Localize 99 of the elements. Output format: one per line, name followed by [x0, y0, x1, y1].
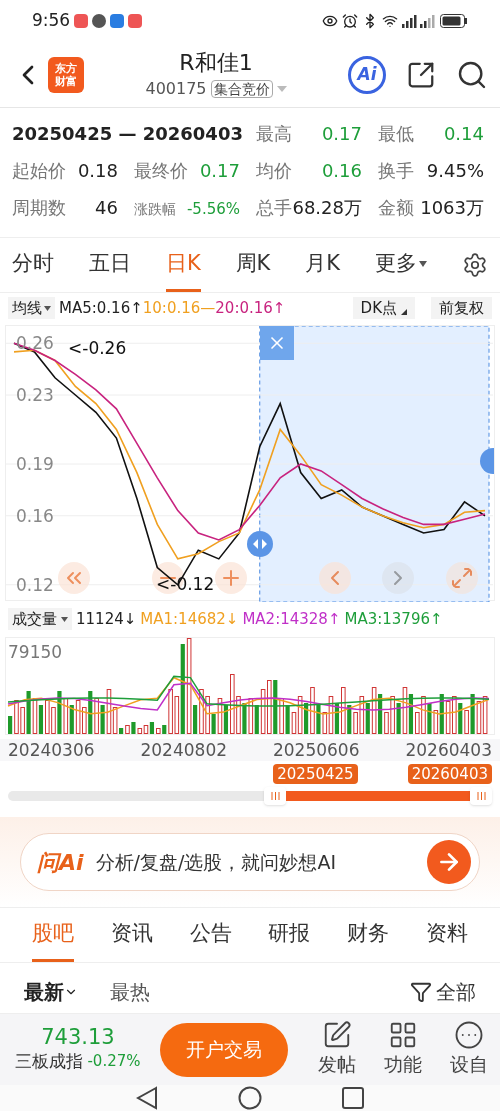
back-nav-icon[interactable]: [136, 1086, 158, 1110]
settings-icon[interactable]: [461, 252, 488, 278]
app-icon: [110, 14, 125, 28]
period-tab[interactable]: 分时: [12, 238, 54, 292]
date-label: 20240802: [140, 739, 227, 761]
ai-search-bar[interactable]: 问Ai 分析/复盘/选股，就问妙想AI: [20, 833, 480, 891]
filter-icon: [410, 981, 432, 1003]
news-tab[interactable]: 资料: [426, 908, 468, 962]
toolbar-action[interactable]: 设自: [450, 1020, 488, 1079]
ai-prompt: 分析/复盘/选股，就问妙想AI: [95, 849, 337, 875]
stat-label: 金额: [378, 196, 414, 220]
status-time: 9:56: [32, 9, 71, 33]
range-handle[interactable]: [470, 787, 492, 805]
y-axis-label: 0.12: [16, 576, 54, 594]
stat-value: 0.18: [77, 159, 118, 183]
y-axis-label: 0.23: [16, 387, 54, 404]
toolbar-action[interactable]: 发帖: [318, 1020, 356, 1079]
y-axis-label: 0.26: [16, 335, 54, 353]
signal-icon: [402, 14, 436, 28]
adjust-button[interactable]: 前复权: [431, 296, 492, 320]
volume-ma-value: MA2:14328↑: [242, 608, 341, 630]
caret-icon: [44, 305, 51, 311]
zoom-in-icon[interactable]: [215, 562, 248, 594]
date-range: 20250425 — 20260403: [12, 122, 244, 146]
dk-button[interactable]: DK点: [352, 296, 415, 320]
battery-icon: [440, 14, 468, 28]
index-value: 743.13: [41, 1024, 115, 1049]
stat-value: 0.17: [321, 122, 362, 146]
drag-handle-icon[interactable]: [246, 531, 273, 557]
recents-nav-icon[interactable]: [342, 1087, 364, 1109]
range-end-label: 20260403: [407, 764, 492, 784]
volume-dropdown[interactable]: 成交量: [8, 607, 72, 631]
range-start-label: 20250425: [273, 764, 358, 784]
ai-logo: 问Ai: [37, 848, 84, 877]
caret-icon: [61, 616, 68, 622]
price-marker: <-0.26: [68, 340, 127, 357]
index-change: -0.27%: [87, 1050, 141, 1072]
stat-label: 最高: [256, 122, 292, 146]
caret-icon[interactable]: [276, 85, 287, 92]
period-tab[interactable]: 月K: [305, 238, 341, 292]
date-label: 20240306: [8, 739, 95, 761]
news-tab[interactable]: 公告: [189, 908, 232, 962]
y-axis-label: 0.19: [16, 456, 54, 473]
stat-value: 0.16: [321, 159, 362, 183]
volume-max-label: 79150: [8, 644, 63, 661]
app-icon: [128, 14, 143, 28]
volume-ma-value: MA3:13796↑: [344, 608, 443, 630]
news-tab[interactable]: 财务: [347, 908, 390, 962]
stock-title: R和佳1: [179, 48, 253, 77]
stat-label: 均价: [256, 159, 292, 183]
indicator-dropdown[interactable]: 均线: [8, 296, 55, 320]
volume-value: 11124↓: [76, 608, 137, 630]
sort-option[interactable]: 最热: [110, 977, 150, 1007]
trading-status-tag: 集合竞价: [210, 79, 273, 98]
alarm-icon: [342, 13, 358, 29]
stat-label: 总手: [256, 196, 292, 220]
filter-button[interactable]: 全部: [410, 977, 476, 1007]
app-icon: [92, 14, 107, 28]
stat-value: -5.56%: [186, 199, 240, 220]
y-axis-label: 0.16: [16, 507, 54, 525]
volume-ma-value: MA1:14682↓: [140, 608, 239, 630]
stat-label: 换手: [378, 159, 414, 183]
sort-option[interactable]: 最新: [24, 977, 78, 1007]
stat-label: 起始价: [12, 159, 66, 183]
wifi-icon: [382, 13, 398, 29]
toolbar-action[interactable]: 功能: [384, 1020, 422, 1079]
ma-value: MA5:0.16↑: [59, 297, 143, 319]
eye-icon: [322, 13, 338, 29]
stat-label: 最终价: [134, 159, 188, 183]
date-label: 20250606: [272, 739, 360, 761]
period-tab[interactable]: 更多: [375, 238, 428, 292]
app-icon: [74, 14, 89, 28]
stat-label: 涨跌幅: [134, 200, 176, 219]
stat-value: 46: [95, 196, 118, 220]
stat-value: 1063万: [420, 196, 484, 220]
ma-value: 10:0.16—: [142, 297, 216, 319]
news-tab[interactable]: 研报: [268, 908, 311, 962]
date-label: 20260403: [405, 739, 492, 761]
range-handle[interactable]: [264, 787, 287, 805]
app-logo: 东方 财富: [48, 56, 84, 93]
ai-button[interactable]: Ai: [348, 55, 386, 94]
price-marker: <-0.12: [156, 576, 215, 593]
corner-icon: [401, 309, 407, 316]
more-icon: [454, 1020, 484, 1051]
close-selection-button[interactable]: [259, 326, 294, 360]
stat-value: 9.45%: [426, 159, 484, 183]
ma-value: 20:0.16↑: [215, 297, 286, 319]
stat-label: 周期数: [12, 196, 66, 220]
stat-value: 0.14: [443, 122, 484, 146]
home-nav-icon[interactable]: [238, 1086, 262, 1110]
stat-label: 最低: [378, 122, 414, 146]
index-name: 三板成指: [15, 1049, 84, 1073]
stat-value: 68.28万: [292, 196, 362, 220]
stat-value: 0.17: [199, 159, 240, 183]
period-tab[interactable]: 周K: [235, 238, 271, 292]
period-tab[interactable]: 五日: [88, 238, 131, 292]
news-tab[interactable]: 资讯: [110, 908, 153, 962]
rewind-icon[interactable]: [58, 562, 90, 594]
stock-code: 400175: [145, 77, 207, 100]
